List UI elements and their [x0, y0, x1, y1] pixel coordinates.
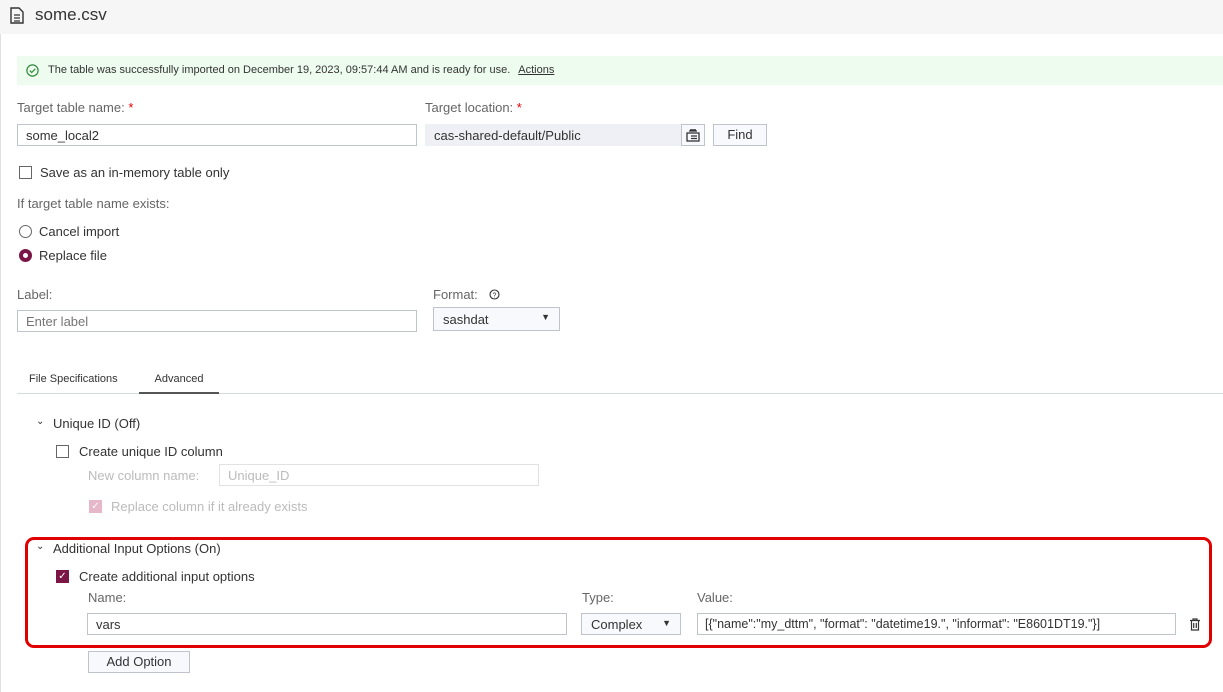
option-value-input[interactable]: [{"name":"my_dttm", "format": "datetime1…	[697, 613, 1176, 635]
banner-message: The table was successfully imported on D…	[48, 64, 511, 76]
library-icon	[686, 129, 700, 142]
tab-file-specifications[interactable]: File Specifications	[29, 373, 118, 385]
cancel-import-radio[interactable]	[19, 225, 32, 238]
in-memory-checkbox[interactable]	[19, 166, 32, 179]
type-value: Complex	[591, 617, 643, 632]
cancel-import-label: Cancel import	[39, 224, 120, 239]
target-table-input[interactable]: some_local2	[17, 124, 417, 146]
option-type-select[interactable]: Complex ▼	[581, 613, 681, 635]
divider	[0, 34, 1, 692]
chevron-down-icon[interactable]: ⌄	[36, 541, 44, 552]
replace-file-label: Replace file	[39, 248, 107, 263]
format-select[interactable]: sashdat ▼	[433, 307, 560, 331]
page-title: some.csv	[35, 5, 107, 24]
replace-file-radio[interactable]	[19, 249, 32, 262]
option-name-input[interactable]: vars	[87, 613, 567, 635]
actions-link[interactable]: Actions	[518, 64, 554, 76]
format-label: Format:	[433, 287, 478, 302]
header-bar	[0, 0, 1223, 34]
new-column-name-input: Unique_ID	[219, 464, 539, 486]
create-unique-id-checkbox[interactable]	[56, 445, 69, 458]
additional-options-header[interactable]: Additional Input Options (On)	[53, 541, 221, 556]
help-icon[interactable]: ?	[489, 289, 500, 300]
success-banner: The table was successfully imported on D…	[17, 56, 1223, 85]
new-column-name-label: New column name:	[88, 468, 200, 483]
target-location-input[interactable]: cas-shared-default/Public	[425, 124, 681, 146]
chevron-down-icon[interactable]: ⌄	[36, 416, 44, 427]
caret-down-icon: ▼	[541, 312, 550, 322]
unique-id-header[interactable]: Unique ID (Off)	[53, 416, 140, 431]
target-location-label: Target location: *	[425, 100, 522, 115]
find-button[interactable]: Find	[713, 124, 767, 146]
if-exists-label: If target table name exists:	[17, 196, 170, 211]
in-memory-label: Save as an in-memory table only	[40, 165, 230, 180]
svg-text:?: ?	[493, 292, 497, 299]
browse-location-button[interactable]	[681, 124, 705, 146]
format-value: sashdat	[443, 312, 489, 327]
check-circle-icon	[26, 64, 39, 77]
caret-down-icon: ▼	[662, 618, 671, 628]
create-additional-options-checkbox[interactable]: ✓	[56, 570, 69, 583]
option-name-label: Name:	[88, 590, 127, 605]
label-text: Target table name:	[17, 100, 125, 115]
trash-icon[interactable]	[1189, 618, 1201, 631]
label-text: Target location:	[425, 100, 514, 115]
replace-column-label: Replace column if it already exists	[111, 499, 308, 514]
label-input[interactable]	[17, 310, 417, 332]
label-field-label: Label:	[17, 287, 53, 302]
option-type-label: Type:	[582, 590, 614, 605]
option-value-label: Value:	[697, 590, 733, 605]
required-marker: *	[516, 100, 522, 115]
required-marker: *	[128, 100, 134, 115]
create-unique-id-label: Create unique ID column	[79, 444, 223, 459]
create-additional-options-label: Create additional input options	[79, 569, 255, 584]
target-table-label: Target table name: *	[17, 100, 133, 115]
tab-advanced[interactable]: Advanced	[139, 366, 219, 394]
document-icon	[10, 7, 24, 24]
add-option-button[interactable]: Add Option	[88, 651, 190, 673]
replace-column-checkbox: ✓	[89, 500, 102, 513]
